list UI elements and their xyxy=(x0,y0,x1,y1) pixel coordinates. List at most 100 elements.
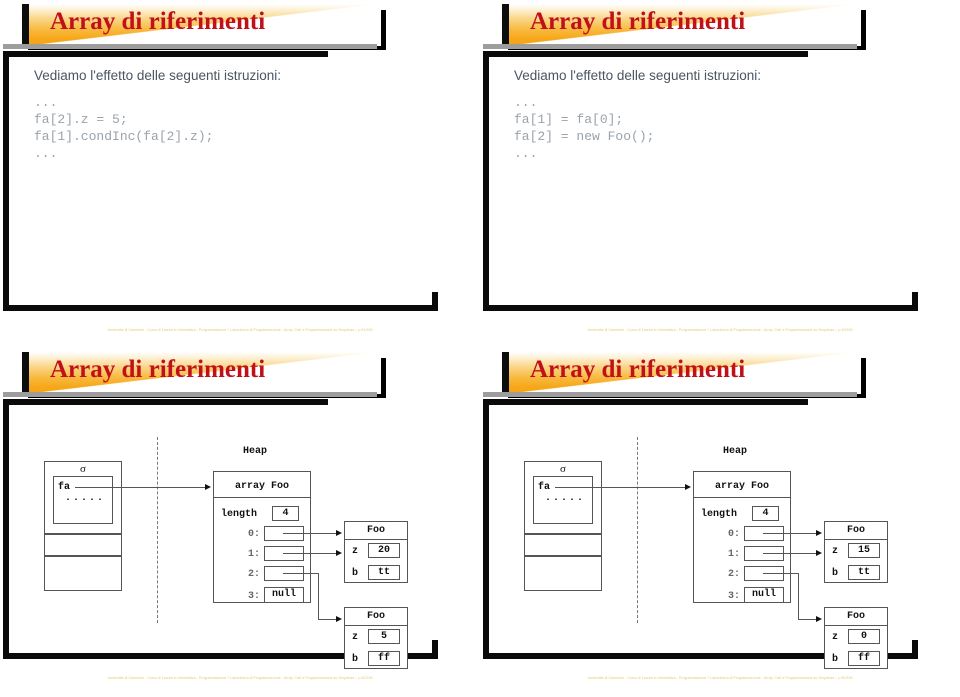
array-slot-2-index: 2: xyxy=(248,569,261,580)
slide-footer: Università di Camerino - Corso di Laurea… xyxy=(107,676,373,680)
slide-bottom-right[interactable]: Array di riferimenti Heap σ fa ..... arr… xyxy=(480,348,960,696)
content-frame-bottom xyxy=(3,305,438,311)
array-slot-0-index: 0: xyxy=(248,529,261,540)
array-length-label: length xyxy=(221,509,258,520)
slot0-to-foo1-arrowhead xyxy=(336,529,342,536)
array-slot-3-value: null xyxy=(264,587,304,603)
content-frame-top xyxy=(3,51,328,57)
foo-object-1-field-0-value: 15 xyxy=(848,543,880,558)
foo-object-2-field-0-value: 5 xyxy=(368,629,400,644)
page-title: Array di riferimenti xyxy=(530,356,746,383)
heap-label: Heap xyxy=(243,446,268,457)
page-title: Array di riferimenti xyxy=(530,8,746,35)
slide-top-right[interactable]: Array di riferimenti Vediamo l'effetto d… xyxy=(480,0,960,348)
slot2-to-foo2-arrowhead xyxy=(816,615,822,622)
stack-heap-divider xyxy=(637,437,638,623)
intro-text: Vediamo l'effetto delle seguenti istruzi… xyxy=(514,68,761,83)
foo-object-1-title: Foo xyxy=(366,525,385,536)
grey-divider-rule xyxy=(3,44,377,49)
slot1-to-foo1-arrowhead xyxy=(336,549,342,556)
stack-heap-divider xyxy=(157,437,158,623)
grey-divider-rule xyxy=(3,392,377,397)
content-frame-top xyxy=(483,51,808,57)
page-title: Array di riferimenti xyxy=(50,356,266,383)
slot1-to-foo1-line xyxy=(283,553,339,554)
stack-frame-mid xyxy=(524,534,602,556)
code-listing: ... fa[2].z = 5; fa[1].condInc(fa[2].z);… xyxy=(34,95,214,161)
foo-object-2-field-0-value: 0 xyxy=(848,629,880,644)
foo-object-1-field-1-value: tt xyxy=(848,565,880,580)
slot1-to-foo1-arrowhead xyxy=(816,549,822,556)
slot0-to-foo1-line xyxy=(283,533,339,534)
array-slot-0-index: 0: xyxy=(728,529,741,540)
foo-object-1-field-1-value: tt xyxy=(368,565,400,580)
foo-object-1-field-1-name: b xyxy=(352,568,359,579)
array-object-title: array Foo xyxy=(714,481,769,492)
slide-deck: Array di riferimenti Vediamo l'effetto d… xyxy=(0,0,960,697)
fa-to-array-arrowhead xyxy=(205,483,211,490)
array-slot-3-value: null xyxy=(744,587,784,603)
slot2-to-foo2-arrowhead xyxy=(336,615,342,622)
array-slot-3-index: 3: xyxy=(248,591,261,602)
stack-frame-mid xyxy=(44,534,122,556)
fa-to-array-arrowhead xyxy=(685,483,691,490)
array-object-title: array Foo xyxy=(234,481,289,492)
foo-object-1-field-0-value: 20 xyxy=(368,543,400,558)
slot2-elbow-horizontal-a xyxy=(283,573,318,574)
grey-divider-rule xyxy=(483,44,857,49)
slide-footer: Università di Camerino - Corso di Laurea… xyxy=(587,328,853,332)
foo-object-1-field-1-name: b xyxy=(832,568,839,579)
slot0-to-foo1-arrowhead xyxy=(816,529,822,536)
slide-bottom-left[interactable]: Array di riferimenti Heap σ fa ..... arr… xyxy=(0,348,480,696)
slot2-elbow-vertical xyxy=(318,573,319,619)
foo-object-1-title-separator xyxy=(345,539,407,540)
foo-object-2-field-0-name: z xyxy=(832,632,839,643)
stack-frame-low xyxy=(44,556,122,591)
slot1-to-foo1-line xyxy=(763,553,819,554)
foo-object-2-title-separator xyxy=(825,625,887,626)
array-slot-1-index: 1: xyxy=(728,549,741,560)
foo-object-2-field-1-value: ff xyxy=(368,651,400,666)
array-length-value: 4 xyxy=(752,506,779,521)
array-slot-3-index: 3: xyxy=(728,591,741,602)
content-frame-bottom xyxy=(483,305,918,311)
stack-frame-low xyxy=(524,556,602,591)
stack-sigma-label: σ xyxy=(80,463,86,475)
heap-label: Heap xyxy=(723,446,748,457)
content-frame-left xyxy=(3,51,9,311)
foo-object-1-title-separator xyxy=(825,539,887,540)
array-title-separator xyxy=(214,497,310,498)
foo-object-2-field-0-name: z xyxy=(352,632,359,643)
memory-diagram: Heap σ fa ..... array Foo length 4 0: 1:… xyxy=(480,405,960,669)
foo-object-2-field-1-name: b xyxy=(832,654,839,665)
slot0-to-foo1-line xyxy=(763,533,819,534)
code-listing: ... fa[1] = fa[0]; fa[2] = new Foo(); ..… xyxy=(514,95,655,161)
banner-left-bar xyxy=(22,352,29,394)
stack-var-fa: fa xyxy=(538,482,551,493)
slide-top-left[interactable]: Array di riferimenti Vediamo l'effetto d… xyxy=(0,0,480,348)
grey-divider-rule xyxy=(483,392,857,397)
foo-object-2-title: Foo xyxy=(366,611,385,622)
slide-footer: Università di Camerino - Corso di Laurea… xyxy=(107,328,373,332)
slot2-elbow-horizontal-a xyxy=(763,573,798,574)
array-length-label: length xyxy=(701,509,738,520)
stack-var-dots: ..... xyxy=(545,493,586,504)
array-slot-2-index: 2: xyxy=(728,569,741,580)
array-title-separator xyxy=(694,497,790,498)
foo-object-1-field-0-name: z xyxy=(352,546,359,557)
foo-object-2-title: Foo xyxy=(846,611,865,622)
intro-text: Vediamo l'effetto delle seguenti istruzi… xyxy=(34,68,281,83)
content-frame-right-stub xyxy=(432,292,438,311)
stack-var-dots: ..... xyxy=(65,493,106,504)
memory-diagram: Heap σ fa ..... array Foo length 4 0: 1:… xyxy=(0,405,480,669)
slide-footer: Università di Camerino - Corso di Laurea… xyxy=(587,676,853,680)
array-slot-1-index: 1: xyxy=(248,549,261,560)
content-frame-right-stub xyxy=(912,292,918,311)
foo-object-2-field-1-value: ff xyxy=(848,651,880,666)
foo-object-1-title: Foo xyxy=(846,525,865,536)
fa-to-array-line xyxy=(75,487,208,488)
fa-to-array-line xyxy=(555,487,688,488)
banner-left-bar xyxy=(502,4,509,46)
foo-object-2-field-1-name: b xyxy=(352,654,359,665)
stack-sigma-label: σ xyxy=(560,463,566,475)
